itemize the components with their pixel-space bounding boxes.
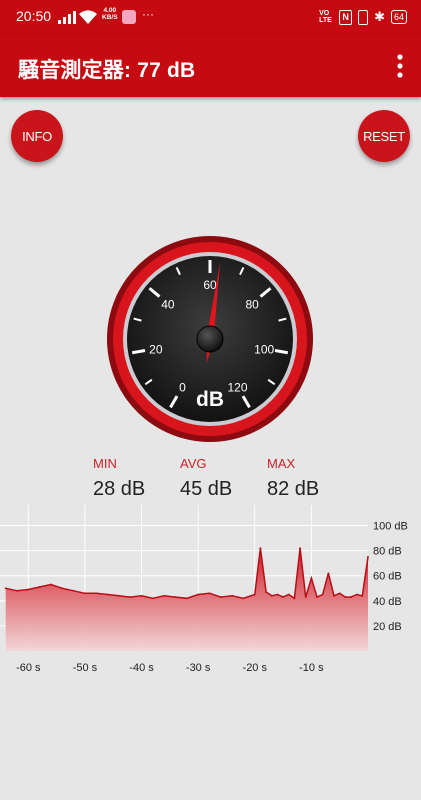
gauge-tick-label: 100: [254, 343, 274, 357]
chart-point: [259, 547, 262, 550]
chart-point: [27, 588, 30, 591]
gauge-tick-label: 0: [179, 381, 186, 395]
stat-max: MAX 82 dB: [267, 456, 319, 501]
stat-min-value: 28 dB: [93, 478, 146, 500]
app-title: 騒音測定器: 77 dB: [18, 59, 196, 82]
app-notification-icon: [122, 10, 136, 24]
network-speed: 4.00 KB/S: [102, 7, 118, 21]
chart-point: [304, 596, 307, 598]
chart-point: [140, 594, 143, 597]
chart-point: [129, 596, 132, 598]
gauge-tick-label: 80: [245, 298, 259, 312]
gauge-tick-label: 120: [227, 381, 247, 395]
bluetooth-icon: ✱: [374, 9, 385, 24]
wifi-icon: [79, 10, 97, 24]
chart-point: [106, 593, 109, 596]
chart-point: [321, 593, 324, 596]
chart-point: [361, 594, 364, 597]
chart-point: [367, 556, 369, 558]
status-bar: 20:50 4.00 KB/S ··· VO LTE N ✱ 64: [0, 0, 421, 34]
history-chart: 20 dB 40 dB 60 dB 80 dB 100 dB -60 s -50 s -40…: [0, 505, 408, 674]
chart-point: [270, 594, 273, 597]
volte-icon: VO LTE: [319, 10, 332, 24]
chart-x-tick-label: -50 s: [73, 662, 98, 674]
battery-icon: 64: [390, 10, 407, 24]
chart-point: [242, 597, 245, 600]
chart-x-tick-label: -60 s: [16, 662, 41, 674]
chart-point: [344, 596, 347, 598]
chart-x-tick-label: -30 s: [186, 662, 211, 674]
gauge-hub: [196, 325, 224, 353]
chart-y-tick-label: 20 dB: [373, 621, 402, 633]
stat-max-label: MAX: [267, 456, 296, 471]
chart-y-tick-label: 60 dB: [373, 571, 402, 583]
stat-min-label: MIN: [93, 456, 117, 471]
stat-avg-value: 45 dB: [180, 478, 233, 500]
chart-y-tick-label: 40 dB: [373, 596, 402, 608]
chart-point: [61, 587, 64, 590]
chart-point: [282, 596, 284, 598]
chart-point: [72, 589, 75, 592]
chart-point: [151, 597, 154, 600]
gauge-tick-label: 60: [203, 278, 217, 292]
chart-point: [185, 597, 188, 600]
chart-point: [231, 594, 234, 597]
chart-point: [299, 547, 301, 550]
chart-point: [310, 577, 313, 580]
overflow-menu-icon[interactable]: [393, 51, 407, 81]
gauge-unit: dB: [196, 388, 224, 411]
chart-x-tick-label: -40 s: [129, 662, 154, 674]
chart-point: [95, 592, 98, 595]
chart-y-tick-label: 100 dB: [373, 521, 408, 533]
nfc-icon: N: [339, 9, 353, 25]
chart-point: [338, 592, 341, 595]
chart-point: [197, 593, 200, 596]
gauge-tick-label: 40: [161, 298, 175, 312]
chart-point: [253, 593, 256, 596]
decibel-gauge: 0 20 40 60 80 100 120 dB: [107, 236, 313, 442]
chart-point: [38, 586, 41, 588]
chart-point: [350, 596, 352, 598]
vibrate-icon: [358, 9, 369, 25]
chart-point: [219, 596, 222, 598]
chart-point: [276, 593, 279, 596]
chart-x-tick-label: -20 s: [243, 662, 268, 674]
gauge-tick-label: 20: [149, 343, 163, 357]
battery-level: 64: [393, 12, 404, 22]
chart-point: [16, 589, 18, 592]
chart-y-tick-label: 80 dB: [373, 546, 402, 558]
chart-point: [208, 592, 211, 595]
info-button[interactable]: INFO: [11, 110, 63, 162]
stat-avg: AVG 45 dB: [180, 456, 232, 501]
chart-point: [174, 596, 177, 598]
chart-x-tick-label: -10 s: [299, 662, 324, 674]
chart-point: [293, 597, 296, 600]
chart-point: [333, 594, 335, 597]
chart-point: [117, 594, 120, 597]
reset-button[interactable]: RESET: [358, 110, 410, 162]
chart-area: [5, 548, 368, 651]
chart-point: [84, 592, 86, 595]
signal-icon: [58, 11, 76, 24]
chart-point: [316, 596, 318, 598]
chart-point: [287, 593, 290, 596]
stat-max-value: 82 dB: [267, 478, 320, 500]
chart-point: [4, 587, 7, 590]
chart-point: [355, 593, 358, 596]
app-bar: 騒音測定器: 77 dB: [0, 34, 421, 97]
stat-min: MIN 28 dB: [93, 456, 145, 501]
chart-point: [163, 594, 166, 597]
more-notifications-icon: ···: [142, 7, 154, 21]
chart-point: [327, 572, 330, 575]
chart-point: [50, 583, 52, 586]
chart-point: [265, 591, 267, 593]
stat-avg-label: AVG: [180, 456, 207, 471]
status-time: 20:50: [16, 8, 52, 24]
